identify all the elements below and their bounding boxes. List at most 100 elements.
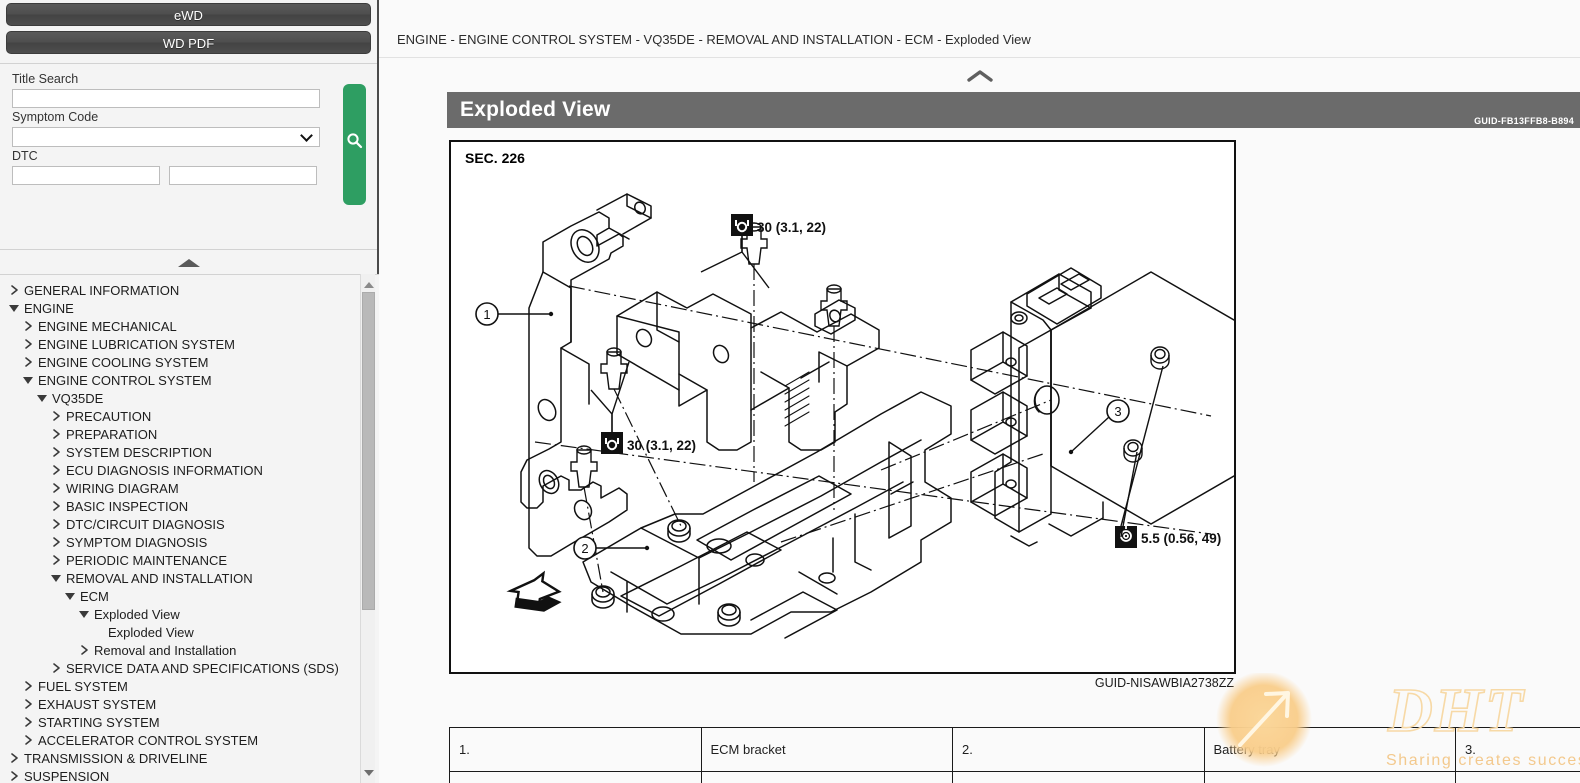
caret-right-icon[interactable] bbox=[48, 410, 64, 422]
tree-item-label: EXHAUST SYSTEM bbox=[38, 696, 157, 712]
callout-2: 2 bbox=[573, 536, 650, 560]
caret-right-icon[interactable] bbox=[48, 464, 64, 476]
tree-item[interactable]: PERIODIC MAINTENANCE bbox=[0, 551, 379, 569]
tree-item-label: BASIC INSPECTION bbox=[66, 498, 189, 514]
part-number-cell bbox=[1455, 771, 1580, 783]
tree-item[interactable]: TRANSMISSION & DRIVELINE bbox=[0, 749, 379, 767]
tree-item[interactable]: STARTING SYSTEM bbox=[0, 713, 379, 731]
content-collapse-bar bbox=[379, 58, 1580, 92]
symptom-code-select[interactable] bbox=[12, 127, 320, 147]
tree-item[interactable]: SUSPENSION bbox=[0, 767, 379, 783]
scroll-up-button[interactable] bbox=[361, 277, 376, 292]
tree-item[interactable]: SYSTEM DESCRIPTION bbox=[0, 443, 379, 461]
caret-right-icon[interactable] bbox=[6, 752, 22, 764]
tree-item[interactable]: PRECAUTION bbox=[0, 407, 379, 425]
caret-right-icon[interactable] bbox=[48, 518, 64, 530]
caret-right-icon[interactable] bbox=[6, 284, 22, 296]
caret-down-icon[interactable] bbox=[76, 610, 92, 618]
caret-right-icon[interactable] bbox=[48, 446, 64, 458]
tree-item[interactable]: SYMPTOM DIAGNOSIS bbox=[0, 533, 379, 551]
exploded-view-drawing: 30 (3.1, 22) 30 (3.1, 22) 5.5 (0.56, 49)… bbox=[475, 193, 1234, 639]
tree-item[interactable]: FUEL SYSTEM bbox=[0, 677, 379, 695]
tree-item[interactable]: Removal and Installation bbox=[0, 641, 379, 659]
tree-item[interactable]: ENGINE CONTROL SYSTEM bbox=[0, 371, 379, 389]
main-content: ENGINE - ENGINE CONTROL SYSTEM - VQ35DE … bbox=[379, 0, 1580, 783]
tree-item-label: ENGINE COOLING SYSTEM bbox=[38, 354, 209, 370]
caret-down-icon[interactable] bbox=[34, 394, 50, 402]
search-icon bbox=[347, 133, 363, 149]
symptom-code-select-wrap bbox=[8, 127, 320, 147]
part-name-cell bbox=[1203, 771, 1456, 783]
caret-right-icon[interactable] bbox=[48, 482, 64, 494]
part-name-cell: Battery tray bbox=[1203, 727, 1456, 772]
tree-item-label: PRECAUTION bbox=[66, 408, 152, 424]
caret-down-icon[interactable] bbox=[20, 376, 36, 384]
torque-marker-upper: 30 (3.1, 22) bbox=[700, 214, 826, 289]
sidebar-scrollbar[interactable] bbox=[360, 274, 375, 783]
tree-item[interactable]: SERVICE DATA AND SPECIFICATIONS (SDS) bbox=[0, 659, 379, 677]
scroll-down-button[interactable] bbox=[361, 765, 376, 780]
tree-item[interactable]: ENGINE bbox=[0, 299, 379, 317]
tree-item[interactable]: ENGINE MECHANICAL bbox=[0, 317, 379, 335]
dtc-label: DTC bbox=[12, 149, 38, 163]
caret-down-icon[interactable] bbox=[6, 304, 22, 312]
tree-item[interactable]: PREPARATION bbox=[0, 425, 379, 443]
torque-marker-ecm: 5.5 (0.56, 49) bbox=[1115, 365, 1221, 548]
tree-item[interactable]: ECU DIAGNOSIS INFORMATION bbox=[0, 461, 379, 479]
tree-item[interactable]: EXHAUST SYSTEM bbox=[0, 695, 379, 713]
caret-right-icon[interactable] bbox=[76, 644, 92, 656]
dtc-to-input[interactable] bbox=[169, 166, 317, 185]
callout-1: 1 bbox=[475, 302, 554, 326]
chevron-up-icon[interactable] bbox=[966, 69, 993, 82]
triangle-up-icon bbox=[363, 281, 374, 288]
tree-item-label: ENGINE MECHANICAL bbox=[38, 318, 177, 334]
tree-item[interactable]: BASIC INSPECTION bbox=[0, 497, 379, 515]
caret-right-icon[interactable] bbox=[20, 698, 36, 710]
tree-item-label: ECU DIAGNOSIS INFORMATION bbox=[66, 462, 263, 478]
caret-right-icon[interactable] bbox=[20, 716, 36, 728]
part-name-cell bbox=[700, 771, 953, 783]
caret-right-icon[interactable] bbox=[48, 554, 64, 566]
tree-item-label: PREPARATION bbox=[66, 426, 158, 442]
exploded-view-figure: SEC. 226 30 (3.1, 22) 30 (3.1, 22) 5.5 (… bbox=[449, 140, 1236, 674]
caret-right-icon[interactable] bbox=[20, 338, 36, 350]
tree-item[interactable]: Exploded View bbox=[0, 605, 379, 623]
tree-item-label: FUEL SYSTEM bbox=[38, 678, 128, 694]
tree-item[interactable]: DTC/CIRCUIT DIAGNOSIS bbox=[0, 515, 379, 533]
caret-right-icon[interactable] bbox=[48, 428, 64, 440]
caret-right-icon[interactable] bbox=[48, 536, 64, 548]
tree-item[interactable]: REMOVAL AND INSTALLATION bbox=[0, 569, 379, 587]
caret-right-icon[interactable] bbox=[20, 680, 36, 692]
dtc-from-input[interactable] bbox=[12, 166, 160, 185]
symptom-code-label: Symptom Code bbox=[12, 110, 99, 124]
title-search-input[interactable] bbox=[12, 89, 320, 108]
tree-item-label: ENGINE LUBRICATION SYSTEM bbox=[38, 336, 235, 352]
scrollbar-thumb[interactable] bbox=[362, 292, 375, 610]
sidebar-collapse-button[interactable] bbox=[0, 250, 377, 276]
tree-item[interactable]: Exploded View bbox=[0, 623, 379, 641]
tree-item[interactable]: WIRING DIAGRAM bbox=[0, 479, 379, 497]
tree-item[interactable]: ACCELERATOR CONTROL SYSTEM bbox=[0, 731, 379, 749]
section-header: Exploded View GUID-FB13FFB8-B894 bbox=[447, 92, 1580, 128]
wd-pdf-button[interactable]: WD PDF bbox=[6, 31, 371, 54]
triangle-down-icon bbox=[363, 769, 374, 776]
search-panel: Title Search Symptom Code DTC bbox=[0, 63, 377, 250]
parts-table: 1.ECM bracket2.Battery tray3.ECM bbox=[449, 727, 1580, 783]
caret-right-icon[interactable] bbox=[6, 770, 22, 782]
tree-item[interactable]: GENERAL INFORMATION bbox=[0, 281, 379, 299]
tree-item[interactable]: ECM bbox=[0, 587, 379, 605]
tree-item-label: TRANSMISSION & DRIVELINE bbox=[24, 750, 208, 766]
tree-item[interactable]: VQ35DE bbox=[0, 389, 379, 407]
tree-item-label: ECM bbox=[80, 588, 109, 604]
caret-right-icon[interactable] bbox=[20, 320, 36, 332]
tree-item[interactable]: ENGINE LUBRICATION SYSTEM bbox=[0, 335, 379, 353]
ewd-button[interactable]: eWD bbox=[6, 3, 371, 26]
caret-right-icon[interactable] bbox=[48, 662, 64, 674]
tree-item[interactable]: ENGINE COOLING SYSTEM bbox=[0, 353, 379, 371]
caret-down-icon[interactable] bbox=[62, 592, 78, 600]
caret-right-icon[interactable] bbox=[20, 356, 36, 368]
caret-down-icon[interactable] bbox=[48, 574, 64, 582]
search-button[interactable] bbox=[343, 84, 366, 205]
caret-right-icon[interactable] bbox=[48, 500, 64, 512]
caret-right-icon[interactable] bbox=[20, 734, 36, 746]
